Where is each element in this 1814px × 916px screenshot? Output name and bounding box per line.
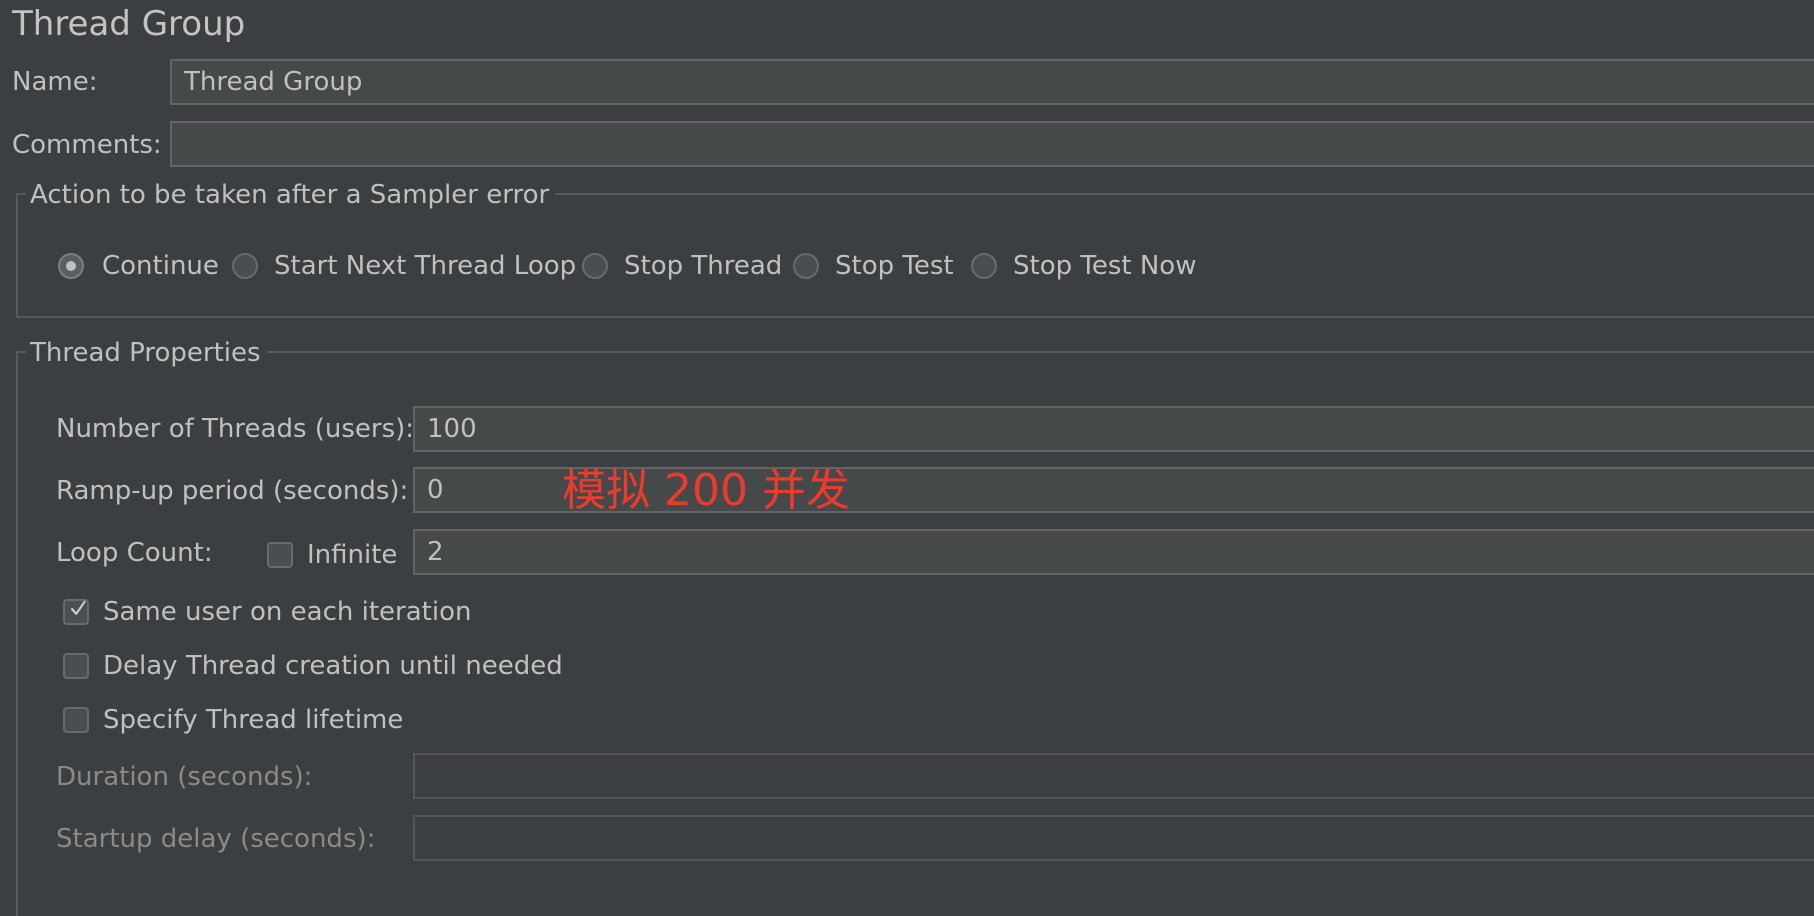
infinite-checkbox[interactable] <box>267 542 293 568</box>
same-user-checkbox[interactable] <box>63 599 89 625</box>
delay-checkbox-row[interactable]: Delay Thread creation until needed <box>63 650 563 682</box>
comments-label: Comments: <box>12 130 162 160</box>
thread-properties-legend: Thread Properties <box>26 337 267 369</box>
radio-stop-test[interactable]: Stop Test <box>793 250 954 282</box>
loop-count-value: 2 <box>427 537 444 567</box>
lifetime-checkbox-row[interactable]: Specify Thread lifetime <box>63 704 403 736</box>
radio-stop-test-now[interactable]: Stop Test Now <box>971 250 1196 282</box>
checkmark-icon <box>70 600 86 615</box>
startup-delay-label: Startup delay (seconds): <box>56 824 376 854</box>
rampup-value: 0 <box>427 475 444 505</box>
radio-unselected-icon[interactable] <box>582 253 608 279</box>
delay-label: Delay Thread creation until needed <box>103 651 563 681</box>
duration-field[interactable] <box>413 753 1814 799</box>
same-user-checkbox-row[interactable]: Same user on each iteration <box>63 596 471 628</box>
radio-start-next-thread-loop-label: Start Next Thread Loop <box>274 251 577 281</box>
threads-field[interactable]: 100 <box>413 406 1814 452</box>
lifetime-checkbox[interactable] <box>63 707 89 733</box>
duration-label: Duration (seconds): <box>56 762 313 792</box>
thread-group-panel: Thread Group Name: Thread Group Comments… <box>0 0 1814 916</box>
radio-unselected-icon[interactable] <box>232 253 258 279</box>
loop-count-field[interactable]: 2 <box>413 529 1814 575</box>
radio-unselected-icon[interactable] <box>793 253 819 279</box>
name-value: Thread Group <box>184 67 363 97</box>
name-field[interactable]: Thread Group <box>170 59 1814 105</box>
radio-stop-test-now-label: Stop Test Now <box>1013 251 1197 281</box>
radio-continue-label: Continue <box>102 251 219 281</box>
radio-stop-test-label: Stop Test <box>835 251 954 281</box>
panel-title: Thread Group <box>12 4 246 44</box>
radio-unselected-icon[interactable] <box>971 253 997 279</box>
infinite-label: Infinite <box>307 540 398 570</box>
radio-stop-thread[interactable]: Stop Thread <box>582 250 782 282</box>
sampler-error-legend: Action to be taken after a Sampler error <box>26 179 556 211</box>
rampup-label: Ramp-up period (seconds): <box>56 476 409 506</box>
lifetime-label: Specify Thread lifetime <box>103 705 404 735</box>
threads-label: Number of Threads (users): <box>56 414 415 444</box>
loop-count-label: Loop Count: <box>56 538 213 568</box>
radio-start-next-thread-loop[interactable]: Start Next Thread Loop <box>232 250 576 282</box>
name-label: Name: <box>12 67 98 97</box>
infinite-checkbox-row[interactable]: Infinite <box>267 539 397 571</box>
threads-value: 100 <box>427 414 477 444</box>
same-user-label: Same user on each iteration <box>103 597 472 627</box>
comments-field[interactable] <box>170 121 1814 167</box>
annotation-text: 模拟 200 并发 <box>562 465 850 516</box>
radio-selected-icon[interactable] <box>58 253 84 279</box>
radio-stop-thread-label: Stop Thread <box>624 251 783 281</box>
delay-checkbox[interactable] <box>63 653 89 679</box>
startup-delay-field[interactable] <box>413 815 1814 861</box>
radio-continue[interactable]: Continue <box>58 250 219 282</box>
